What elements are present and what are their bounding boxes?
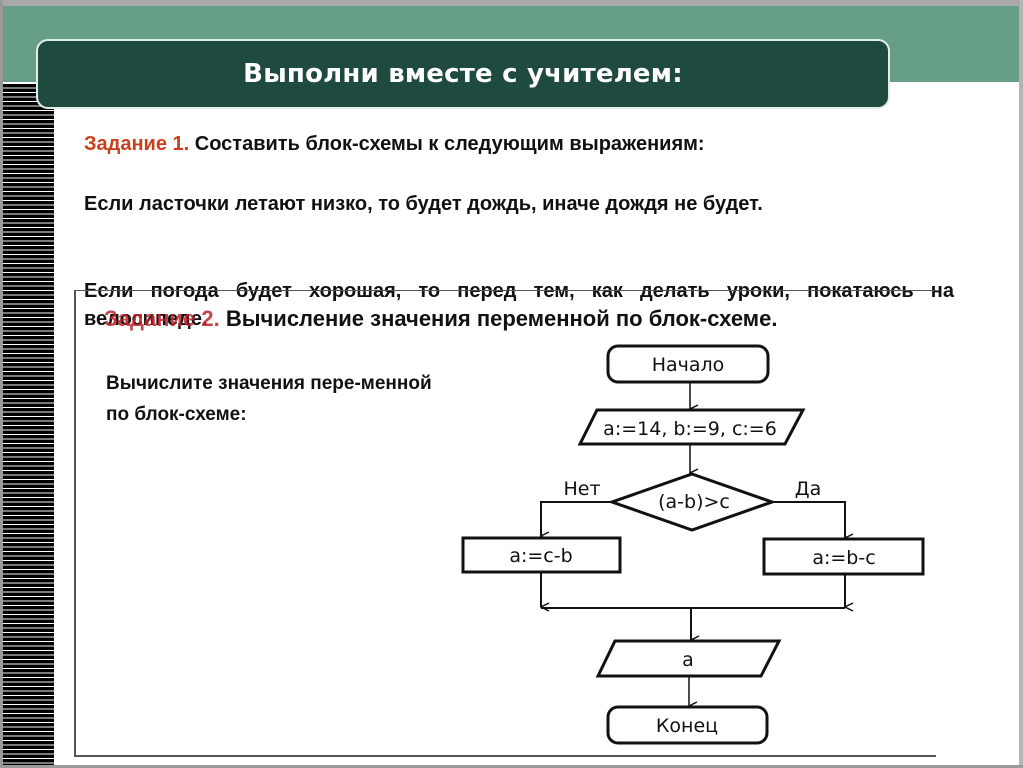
flowchart-yes-branch <box>772 501 845 538</box>
flowchart-no-branch <box>540 501 612 536</box>
flowchart-no-label: Нет <box>563 478 600 500</box>
flowchart-no-action-label: a:=c-b <box>509 545 572 567</box>
flowchart-input-label: a:=14, b:=9, c:=6 <box>603 418 777 440</box>
flowchart-yes-action-label: a:=b-c <box>812 547 875 569</box>
flowchart-start-label: Начало <box>652 354 725 376</box>
flowchart-end-label: Конец <box>656 715 718 737</box>
flowchart-yes-label: Да <box>795 478 822 500</box>
flowchart-output-label: a <box>682 649 694 671</box>
flowchart: Начало a:=14, b:=9, c:=6 (a-b)>c Нет Да … <box>461 344 925 745</box>
flowchart-condition-label: (a-b)>c <box>658 491 730 513</box>
